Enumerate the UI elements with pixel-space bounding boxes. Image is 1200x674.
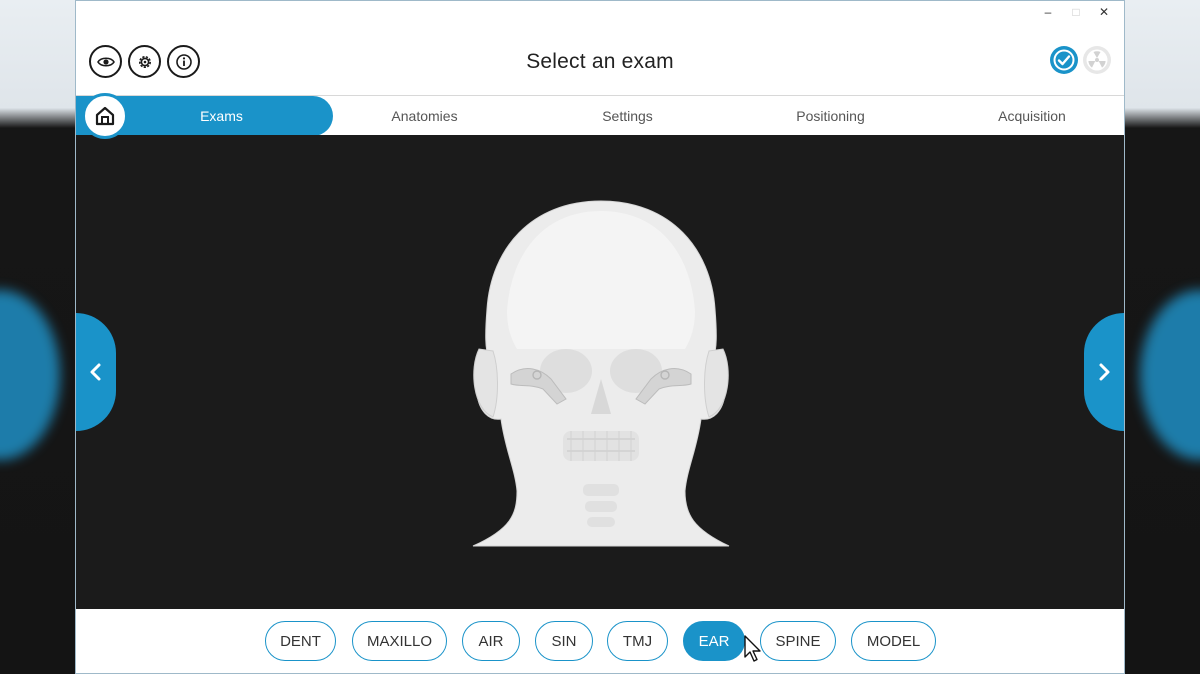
exam-label: TMJ	[622, 632, 653, 650]
exam-label: EAR	[698, 632, 730, 650]
check-circle-icon	[1053, 49, 1075, 71]
exam-label: MODEL	[866, 632, 921, 650]
tab-settings[interactable]: Settings	[526, 96, 729, 136]
status-check	[1050, 46, 1078, 74]
exam-label: DENT	[280, 632, 321, 650]
previous-button[interactable]	[76, 313, 116, 431]
home-button[interactable]	[82, 93, 128, 139]
tab-anatomies[interactable]: Anatomies	[323, 96, 526, 136]
exam-label: SIN	[551, 632, 577, 650]
exam-label: SPINE	[775, 632, 821, 650]
window-controls: – □ ✕	[1034, 3, 1118, 21]
chevron-right-icon	[1099, 363, 1110, 381]
exam-selector: DENT MAXILLO AIR SIN TMJ EAR SPINE MODEL	[76, 609, 1124, 673]
chevron-left-icon	[90, 363, 101, 381]
exam-button-tmj[interactable]: TMJ	[607, 621, 668, 661]
exam-label: MAXILLO	[366, 632, 433, 650]
exam-button-dent[interactable]: DENT	[265, 621, 336, 661]
tab-label: Settings	[602, 108, 653, 124]
exam-label: AIR	[478, 632, 504, 650]
tab-label: Acquisition	[998, 108, 1066, 124]
home-icon	[95, 106, 115, 126]
mouse-cursor-icon	[744, 635, 761, 662]
minimize-button[interactable]: –	[1034, 3, 1062, 21]
exam-button-maxillo[interactable]: MAXILLO	[352, 621, 447, 661]
exam-button-sin[interactable]: SIN	[535, 621, 593, 661]
next-button[interactable]	[1084, 313, 1124, 431]
maximize-button[interactable]: □	[1062, 3, 1090, 21]
background-blur-right	[1140, 290, 1200, 460]
header: Select an exam	[76, 21, 1124, 95]
3d-viewport[interactable]	[76, 135, 1124, 609]
close-button[interactable]: ✕	[1090, 3, 1118, 21]
radiation-icon	[1086, 49, 1108, 71]
exam-button-ear[interactable]: EAR	[683, 621, 745, 661]
app-window: – □ ✕ Select an exam Exams Anatomies Set…	[75, 0, 1125, 674]
head-model-image	[472, 200, 730, 547]
tab-label: Positioning	[796, 108, 865, 124]
page-title: Select an exam	[526, 50, 674, 73]
tab-acquisition[interactable]: Acquisition	[932, 96, 1124, 136]
workflow-tabs: Exams Anatomies Settings Positioning Acq…	[76, 95, 1124, 136]
status-radiation	[1083, 46, 1111, 74]
tab-label: Exams	[200, 108, 243, 124]
exam-button-spine[interactable]: SPINE	[760, 621, 836, 661]
exam-button-model[interactable]: MODEL	[851, 621, 936, 661]
exam-button-air[interactable]: AIR	[462, 621, 520, 661]
tab-positioning[interactable]: Positioning	[729, 96, 932, 136]
tab-label: Anatomies	[391, 108, 458, 124]
background-blur-left	[0, 290, 60, 460]
